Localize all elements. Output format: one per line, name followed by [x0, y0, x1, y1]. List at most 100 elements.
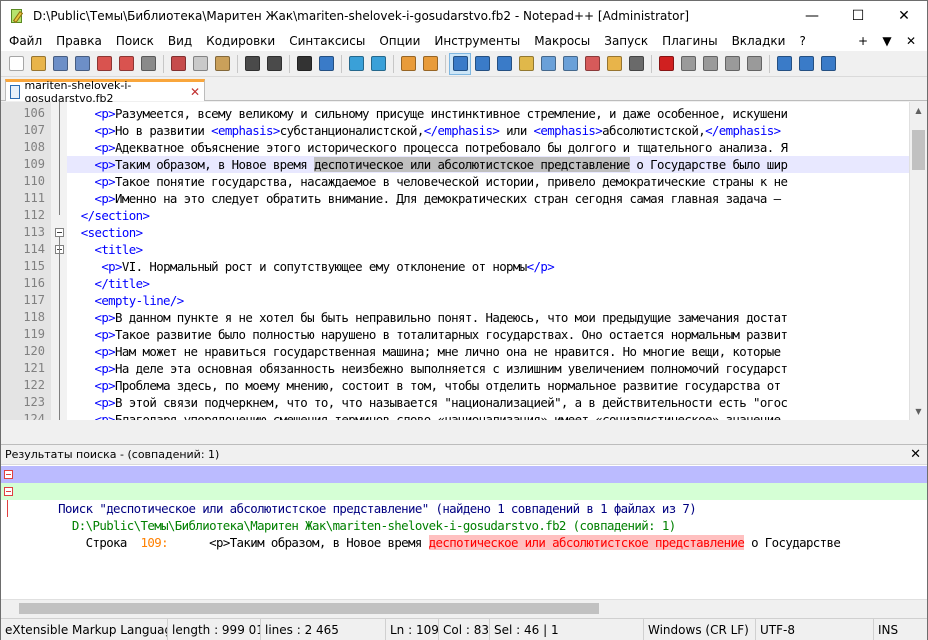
line-number-gutter: 106 107 108 109 110 111 112 113 114 115 116 117 118 1… — [1, 102, 51, 420]
editor-vertical-scrollbar[interactable]: ▲ ▼ — [909, 102, 927, 420]
line-number: 118 — [23, 310, 45, 324]
tab-close-icon[interactable]: ✕ — [190, 85, 200, 99]
zoom-out-icon[interactable] — [367, 53, 389, 75]
code-line[interactable]: <p>Адекватное объяснение этого историчес… — [67, 139, 787, 156]
menu-plugins[interactable]: Плагины — [655, 31, 724, 51]
close-window-button[interactable]: ✕ — [881, 1, 927, 31]
search-summary-line[interactable]: Поиск "деспотическое или абсолютистское … — [1, 466, 927, 516]
search-hit-line[interactable]: Строка 109: <p>Таким образом, в Новое вр… — [1, 500, 841, 550]
spell-check-icon[interactable] — [773, 53, 795, 75]
copy-icon[interactable] — [189, 53, 211, 75]
results-horizontal-scrollbar[interactable] — [1, 599, 927, 616]
minimize-button[interactable]: — — [789, 1, 835, 31]
tab-list-button[interactable]: ▼ — [875, 34, 899, 48]
scrollbar-thumb[interactable] — [912, 130, 925, 170]
undo-icon[interactable] — [241, 53, 263, 75]
code-line[interactable]: <p>На деле эта основная обязанность неиз… — [67, 360, 787, 377]
menu-encoding[interactable]: Кодировки — [199, 31, 282, 51]
save-all-icon[interactable] — [71, 53, 93, 75]
code-line[interactable]: <p>В данном пункте я не хотел бы быть не… — [67, 309, 787, 326]
menu-edit[interactable]: Правка — [49, 31, 109, 51]
status-eol: Windows (CR LF) — [644, 619, 756, 640]
status-sel: Sel : 46 | 1 — [490, 619, 644, 640]
stop-macro-icon[interactable] — [677, 53, 699, 75]
udl-icon[interactable] — [515, 53, 537, 75]
xml-tag: </title> — [94, 276, 150, 291]
code-line[interactable]: <section> — [67, 224, 143, 241]
find-icon[interactable] — [293, 53, 315, 75]
sync-vertical-icon[interactable] — [397, 53, 419, 75]
code-line[interactable]: <p>Проблема здесь, по моему мнению, сост… — [67, 377, 787, 394]
code-line[interactable]: <p>Нам может не нравиться государственна… — [67, 343, 787, 360]
save-macro-icon[interactable] — [743, 53, 765, 75]
search-results-title: Результаты поиска - (совпадений: 1) — [5, 448, 220, 461]
zoom-in-icon[interactable] — [345, 53, 367, 75]
menu-view[interactable]: Вид — [161, 31, 199, 51]
doc-map-icon[interactable] — [537, 53, 559, 75]
search-results-panel: Результаты поиска - (совпадений: 1) ✕ По… — [1, 444, 927, 616]
fold-margin[interactable] — [51, 102, 67, 420]
collapse-icon[interactable] — [4, 487, 13, 496]
spell-settings-icon[interactable] — [795, 53, 817, 75]
editor[interactable]: 106 107 108 109 110 111 112 113 114 115 116 117 118 1… — [1, 102, 927, 420]
code-line[interactable]: <p>Такое понятие государства, насаждаемо… — [67, 173, 787, 190]
search-file-line[interactable]: D:\Public\Темы\Библиотека\Маритен Жак\ma… — [1, 483, 927, 533]
new-file-icon[interactable] — [5, 53, 27, 75]
show-all-chars-icon[interactable] — [471, 53, 493, 75]
close-doc-button[interactable]: ✕ — [899, 34, 923, 48]
close-icon[interactable] — [93, 53, 115, 75]
code-area[interactable]: <p>Разумеется, всему великому и сильному… — [67, 102, 909, 420]
menu-macro[interactable]: Макросы — [527, 31, 597, 51]
line-number: 113 — [23, 225, 45, 239]
menu-help[interactable]: ? — [792, 31, 812, 51]
indent-guide-icon[interactable] — [493, 53, 515, 75]
menu-language[interactable]: Синтаксисы — [282, 31, 372, 51]
play-macro-icon[interactable] — [699, 53, 721, 75]
doc-list-icon[interactable] — [559, 53, 581, 75]
tab-mariten-fb2[interactable]: mariten-shelovek-i-gosudarstvo.fb2 ✕ — [5, 79, 205, 105]
maximize-button[interactable]: ☐ — [835, 1, 881, 31]
code-line[interactable]: </title> — [67, 275, 149, 292]
code-line[interactable]: <p>Благодаря упорядочению смещения терми… — [67, 411, 781, 420]
menu-window[interactable]: Вкладки — [725, 31, 793, 51]
add-tab-button[interactable]: + — [851, 34, 875, 48]
code-line[interactable]: <p>В этой связи подчеркнем, что то, что … — [67, 394, 787, 411]
monitoring-icon[interactable] — [625, 53, 647, 75]
menu-settings[interactable]: Опции — [372, 31, 427, 51]
function-list-icon[interactable] — [581, 53, 603, 75]
code-line[interactable]: <p>Такое развитие было полностью нарушен… — [67, 326, 787, 343]
redo-icon[interactable] — [263, 53, 285, 75]
code-line[interactable]: <p>Таким образом, в Новое время деспотич… — [67, 156, 788, 173]
folder-workspace-icon[interactable] — [603, 53, 625, 75]
open-file-icon[interactable] — [27, 53, 49, 75]
close-all-icon[interactable] — [115, 53, 137, 75]
code-line[interactable]: <p>Именно на это следует обратить вниман… — [67, 190, 781, 207]
spell-next-icon[interactable] — [817, 53, 839, 75]
code-line[interactable]: <p>VI. Нормальный рост и сопутствующее е… — [67, 258, 554, 275]
print-icon[interactable] — [137, 53, 159, 75]
paste-icon[interactable] — [211, 53, 233, 75]
word-wrap-icon[interactable] — [449, 52, 471, 75]
menu-tools[interactable]: Инструменты — [427, 31, 527, 51]
scroll-down-icon[interactable]: ▼ — [910, 403, 927, 420]
sync-horizontal-icon[interactable] — [419, 53, 441, 75]
code-line[interactable]: <title> — [67, 241, 143, 258]
close-results-icon[interactable]: ✕ — [910, 445, 921, 464]
scroll-up-icon[interactable]: ▲ — [910, 102, 927, 119]
menu-run[interactable]: Запуск — [597, 31, 655, 51]
cut-icon[interactable] — [167, 53, 189, 75]
replace-icon[interactable] — [315, 53, 337, 75]
collapse-icon[interactable] — [4, 470, 13, 479]
play-multiple-icon[interactable] — [721, 53, 743, 75]
menu-file[interactable]: Файл — [1, 31, 49, 51]
code-line[interactable]: <p>Но в развитии <emphasis>субстанционал… — [67, 122, 787, 139]
scrollbar-thumb[interactable] — [19, 603, 599, 614]
record-macro-icon[interactable] — [655, 53, 677, 75]
code-line[interactable]: <p>Разумеется, всему великому и сильному… — [67, 105, 787, 122]
code-line[interactable]: </section> — [67, 207, 150, 224]
code-line[interactable]: <empty-line/> — [67, 292, 184, 309]
fold-collapse-icon[interactable] — [55, 228, 64, 237]
save-icon[interactable] — [49, 53, 71, 75]
menu-search[interactable]: Поиск — [109, 31, 161, 51]
